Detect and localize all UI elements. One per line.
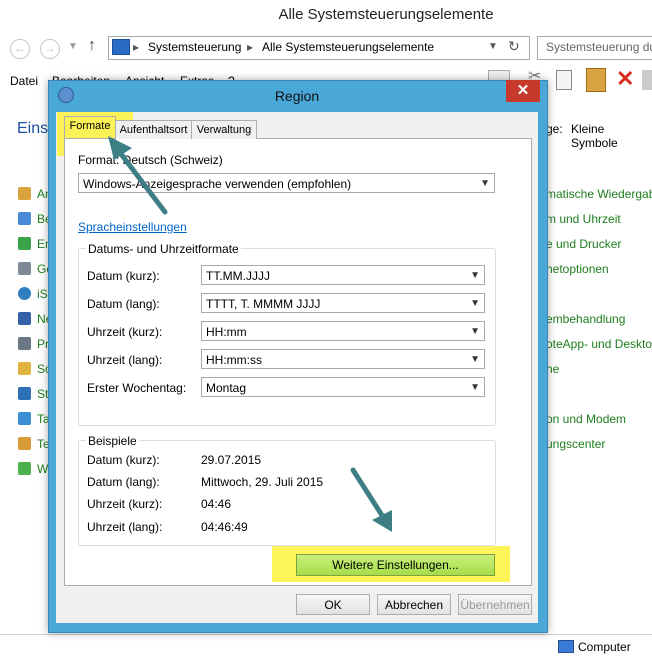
arrow-to-more-settings bbox=[350, 467, 392, 532]
arrow-to-formate-tab bbox=[108, 136, 168, 215]
annotation-arrows bbox=[108, 136, 392, 532]
